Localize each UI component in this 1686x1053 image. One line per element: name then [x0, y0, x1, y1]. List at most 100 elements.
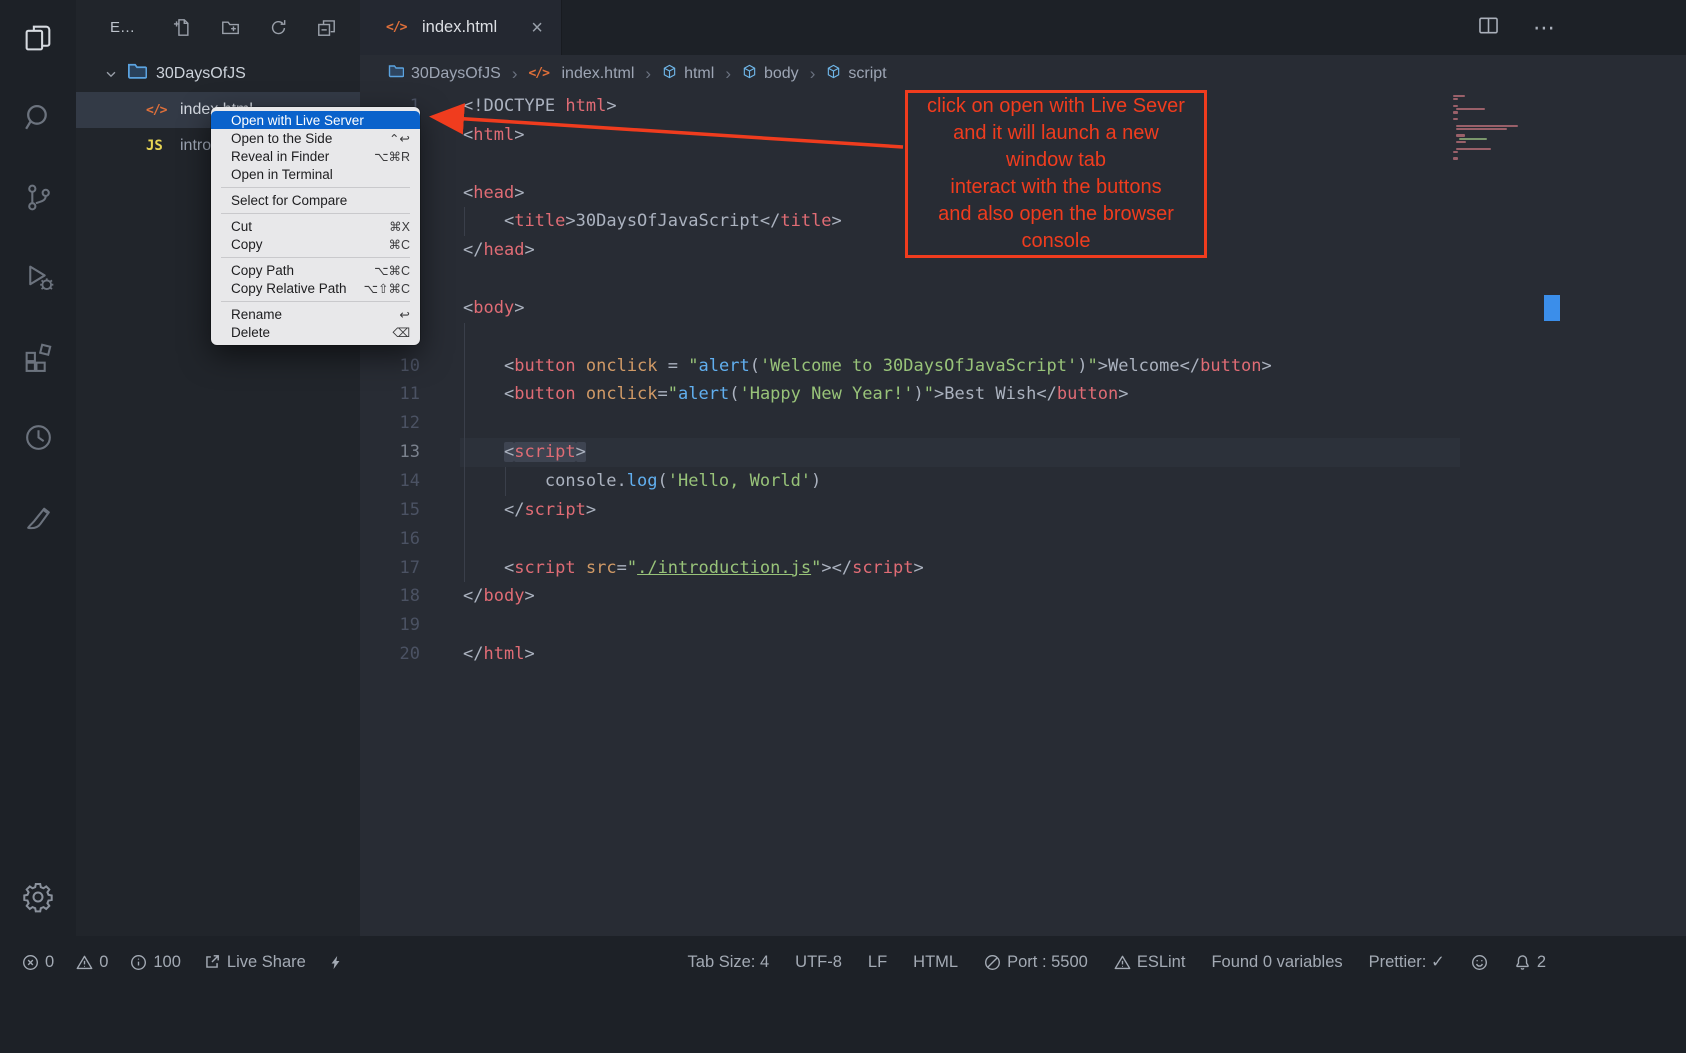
bell-icon	[1514, 954, 1531, 971]
collapse-all-icon[interactable]	[317, 18, 336, 37]
status-right: Tab Size: 4 UTF-8 LF HTML Port : 5500 ESLint F…	[688, 947, 1546, 977]
chevron-right-icon: ›	[725, 64, 731, 84]
more-actions-icon[interactable]: ⋯	[1533, 15, 1556, 41]
status-item-port-5500[interactable]: Port : 5500	[984, 953, 1088, 972]
code-line-8[interactable]: 8<body>	[360, 294, 1686, 323]
annotation-line: and it will launch a new	[908, 120, 1204, 147]
menu-item-open-with-live-server[interactable]: Open with Live Server	[211, 111, 420, 129]
clock-icon	[22, 421, 55, 459]
port-icon	[984, 954, 1001, 971]
extensions-activity-button[interactable]	[0, 320, 76, 400]
warning-icon	[1114, 954, 1131, 971]
status-item-tab-size-4[interactable]: Tab Size: 4	[688, 953, 770, 972]
menu-item-cut[interactable]: Cut⌘X	[211, 217, 420, 235]
menu-item-copy-path[interactable]: Copy Path⌥⌘C	[211, 261, 420, 279]
status-item-prettier[interactable]: Prettier: ✓	[1369, 952, 1445, 972]
settings-gear-icon	[22, 881, 54, 918]
status-item-2[interactable]: 2	[1514, 953, 1546, 972]
status-item-0[interactable]: 0	[22, 953, 54, 972]
status-item-live-share[interactable]: Live Share	[203, 953, 306, 972]
settings-gear-button[interactable]	[0, 876, 76, 922]
annotation-box: click on open with Live Sever and it wil…	[905, 90, 1207, 258]
html-file-icon: </>	[146, 103, 172, 118]
code-line-11[interactable]: 11 <button onclick="alert('Happy New Yea…	[360, 380, 1686, 409]
menu-item-rename[interactable]: Rename↩	[211, 305, 420, 323]
menu-item-delete[interactable]: Delete⌫	[211, 323, 420, 341]
code-line-14[interactable]: 14 console.log('Hello, World')	[360, 467, 1686, 496]
chevron-down-icon	[104, 67, 118, 81]
status-bar: 0 0 100 Live Share Tab Size: 4 UTF-8 LF HTML Po…	[0, 936, 1686, 1053]
breadcrumb-item-html[interactable]: html	[662, 64, 714, 84]
code-line-9[interactable]: 9	[360, 323, 1686, 352]
status-left: 0 0 100 Live Share	[22, 947, 343, 977]
activity-bar	[0, 0, 76, 936]
menu-item-open-in-terminal[interactable]: Open in Terminal	[211, 165, 420, 183]
code-line-20[interactable]: 20</html>	[360, 640, 1686, 669]
minimap[interactable]	[1453, 95, 1543, 161]
js-file-icon: JS	[146, 138, 172, 154]
html-file-icon: </>	[386, 20, 412, 35]
code-line-18[interactable]: 18</body>	[360, 582, 1686, 611]
status-item-smiley-icon[interactable]	[1471, 954, 1488, 971]
vscode-window: E… 30DaysOfJS </> index.html JS introduc…	[0, 0, 1686, 1053]
new-file-icon[interactable]	[173, 18, 192, 37]
folder-icon	[127, 61, 147, 86]
split-editor-icon[interactable]	[1478, 15, 1499, 41]
error-icon	[22, 954, 39, 971]
menu-item-copy[interactable]: Copy⌘C	[211, 235, 420, 253]
breadcrumb-item-body[interactable]: body	[742, 64, 799, 84]
status-item-0[interactable]: 0	[76, 953, 108, 972]
breadcrumb: 30DaysOfJS › </>index.html › html › body…	[360, 55, 1686, 92]
menu-separator	[221, 187, 410, 188]
close-icon[interactable]: ×	[531, 18, 543, 38]
symbol-cube-icon	[662, 64, 677, 84]
files-icon	[22, 21, 55, 59]
run-debug-icon	[22, 261, 55, 299]
extensions-icon	[22, 341, 55, 379]
context-menu: Open with Live ServerOpen to the Side⌃↩R…	[211, 107, 420, 345]
status-item-lightning-icon[interactable]	[328, 954, 343, 971]
folder-row-30daysofjs[interactable]: 30DaysOfJS	[76, 55, 360, 92]
menu-item-copy-relative-path[interactable]: Copy Relative Path⌥⇧⌘C	[211, 279, 420, 297]
code-line-19[interactable]: 19	[360, 611, 1686, 640]
code-line-10[interactable]: 10 <button onclick = "alert('Welcome to …	[360, 352, 1686, 381]
run-debug-activity-button[interactable]	[0, 240, 76, 320]
status-item-eslint[interactable]: ESLint	[1114, 953, 1186, 972]
menu-item-reveal-in-finder[interactable]: Reveal in Finder⌥⌘R	[211, 147, 420, 165]
new-folder-icon[interactable]	[221, 18, 240, 37]
code-line-7[interactable]: 7	[360, 265, 1686, 294]
breadcrumb-item-index-html[interactable]: </>index.html	[528, 65, 634, 83]
status-item-lf[interactable]: LF	[868, 953, 887, 972]
menu-item-open-to-the-side[interactable]: Open to the Side⌃↩	[211, 129, 420, 147]
breadcrumb-item-30daysofjs[interactable]: 30DaysOfJS	[388, 63, 501, 84]
annotation-line: console	[908, 228, 1204, 255]
status-item-html[interactable]: HTML	[913, 953, 958, 972]
menu-item-select-for-compare[interactable]: Select for Compare	[211, 191, 420, 209]
code-line-12[interactable]: 12	[360, 409, 1686, 438]
live-share-icon	[203, 953, 221, 971]
code-line-13[interactable]: 13 <script>	[360, 438, 1686, 467]
refresh-icon[interactable]	[269, 18, 288, 37]
symbol-cube-icon	[742, 64, 757, 84]
explorer-title: E…	[110, 19, 173, 36]
status-item-found-0-variables[interactable]: Found 0 variables	[1211, 953, 1342, 972]
menu-separator	[221, 213, 410, 214]
tab-index-html[interactable]: </> index.html ×	[360, 0, 562, 55]
search-activity-button[interactable]	[0, 80, 76, 160]
pen-activity-button[interactable]	[0, 480, 76, 560]
status-item-100[interactable]: 100	[130, 953, 181, 972]
source-control-icon	[22, 181, 55, 219]
info-icon	[130, 954, 147, 971]
annotation-line: click on open with Live Sever	[908, 93, 1204, 120]
status-item-utf-8[interactable]: UTF-8	[795, 953, 842, 972]
annotation-line: and also open the browser	[908, 201, 1204, 228]
explorer-activity-button[interactable]	[0, 0, 76, 80]
overview-ruler-marker	[1544, 295, 1560, 321]
code-line-17[interactable]: 17 <script src="./introduction.js"></scr…	[360, 554, 1686, 583]
source-control-activity-button[interactable]	[0, 160, 76, 240]
tab-bar: </> index.html × ⋯	[360, 0, 1686, 55]
code-line-16[interactable]: 16	[360, 525, 1686, 554]
code-line-15[interactable]: 15 </script>	[360, 496, 1686, 525]
breadcrumb-item-script[interactable]: script	[826, 64, 886, 84]
clock-activity-button[interactable]	[0, 400, 76, 480]
